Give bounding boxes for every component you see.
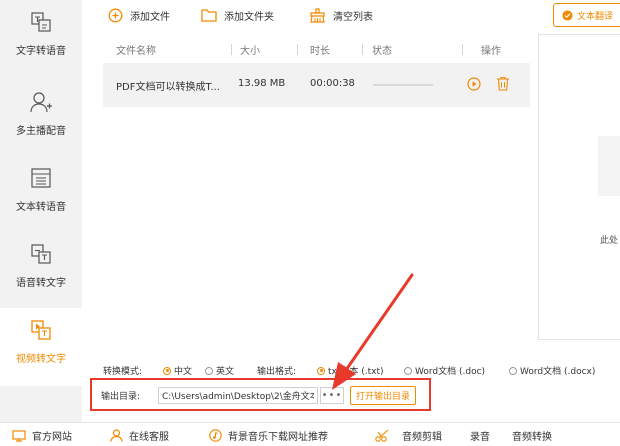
col-header-name: 文件名称 — [116, 46, 156, 57]
mode-label: 转换模式: — [103, 367, 143, 377]
text-speech-icon — [31, 12, 51, 32]
sidebar-item-label: 文本转语音 — [16, 202, 66, 213]
footer-website-link[interactable]: 官方网站 — [12, 428, 72, 443]
sidebar-item-label: 语音转文字 — [16, 278, 66, 289]
sidebar-item-text-to-speech[interactable]: 文字转语音 — [0, 0, 82, 78]
radio-unselected[interactable] — [509, 366, 517, 375]
music-note-icon — [209, 429, 222, 442]
col-header-duration: 时长 — [310, 46, 330, 57]
sidebar-item-speech-to-text[interactable]: 语音转文字 — [0, 232, 82, 310]
preview-placeholder — [598, 136, 620, 196]
file-name-cell: PDF文档可以转换成T... — [116, 82, 220, 93]
mode-option-english[interactable]: 英文 — [205, 364, 234, 377]
col-separator — [462, 44, 463, 55]
scissors-icon — [375, 429, 389, 442]
footer-audio-edit-label: 音频剪辑 — [402, 432, 442, 443]
sidebar: 文字转语音 多主播配音 文本转语音 语音转文字 视频转文字 — [0, 0, 82, 422]
sidebar-item-label: 多主播配音 — [16, 126, 66, 137]
folder-icon — [201, 9, 217, 22]
person-plus-icon — [30, 92, 52, 113]
sidebar-item-multi-voice[interactable]: 多主播配音 — [0, 80, 82, 158]
footer-record-link[interactable]: 录音 — [470, 428, 490, 443]
arrow-annotation-icon — [332, 273, 414, 390]
file-size-cell: 13.98 MB — [238, 78, 286, 89]
monitor-icon — [12, 429, 26, 442]
plus-circle-icon — [108, 8, 123, 22]
footer-audio-edit-link[interactable]: 音频剪辑 — [375, 428, 442, 443]
format-label: 输出格式: — [257, 367, 297, 377]
person-icon — [110, 429, 123, 442]
progress-bar — [373, 84, 433, 86]
play-icon[interactable] — [467, 77, 481, 91]
mode-option-label: 中文 — [174, 367, 193, 377]
col-header-size: 大小 — [240, 46, 260, 57]
col-separator — [231, 44, 232, 55]
col-separator — [297, 44, 298, 55]
output-path-input[interactable] — [158, 387, 318, 404]
sidebar-item-label: 文字转语音 — [16, 46, 66, 57]
col-header-actions: 操作 — [481, 46, 501, 57]
add-file-button[interactable]: 添加文件 — [108, 4, 170, 26]
footer-support-label: 在线客服 — [129, 432, 169, 443]
panel-hint-text: 此处 — [600, 236, 619, 246]
clear-list-button[interactable]: 清空列表 — [309, 4, 373, 26]
format-option-label: Word文档 (.docx) — [520, 367, 596, 377]
radio-selected[interactable] — [163, 366, 171, 375]
format-option-label: Word文档 (.doc) — [415, 367, 486, 377]
document-lines-icon — [31, 168, 51, 188]
sidebar-item-label: 视频转文字 — [16, 354, 66, 365]
mode-option-label: 英文 — [216, 367, 235, 377]
broom-icon — [310, 7, 325, 23]
video-text-icon — [31, 320, 51, 340]
shield-check-icon — [562, 9, 573, 21]
add-folder-button[interactable]: 添加文件夹 — [201, 4, 274, 26]
text-translate-label: 文本翻译 — [577, 11, 614, 22]
format-option-docx[interactable]: Word文档 (.docx) — [509, 364, 595, 377]
clear-list-label: 清空列表 — [333, 11, 373, 23]
mode-option-chinese[interactable]: 中文 — [163, 364, 192, 377]
footer-support-link[interactable]: 在线客服 — [110, 428, 169, 443]
footer-music-label: 背景音乐下载网址推荐 — [228, 432, 328, 443]
output-dir-label: 输出目录: — [101, 392, 141, 402]
text-translate-button[interactable]: 文本翻译 — [553, 3, 620, 27]
trash-icon[interactable] — [496, 76, 510, 91]
footer-music-link[interactable]: 背景音乐下载网址推荐 — [209, 428, 328, 443]
footer-website-label: 官方网站 — [32, 432, 72, 443]
footer-audio-convert-link[interactable]: 音频转换 — [512, 428, 552, 443]
col-header-status: 状态 — [372, 46, 392, 57]
radio-unselected[interactable] — [205, 366, 213, 375]
add-file-label: 添加文件 — [130, 11, 170, 23]
col-separator — [362, 44, 363, 55]
speech-text-icon — [31, 244, 51, 264]
file-duration-cell: 00:00:38 — [310, 78, 355, 89]
sidebar-item-doc-to-speech[interactable]: 文本转语音 — [0, 156, 82, 234]
add-folder-label: 添加文件夹 — [224, 11, 274, 23]
sidebar-item-video-to-text[interactable]: 视频转文字 — [0, 308, 82, 386]
